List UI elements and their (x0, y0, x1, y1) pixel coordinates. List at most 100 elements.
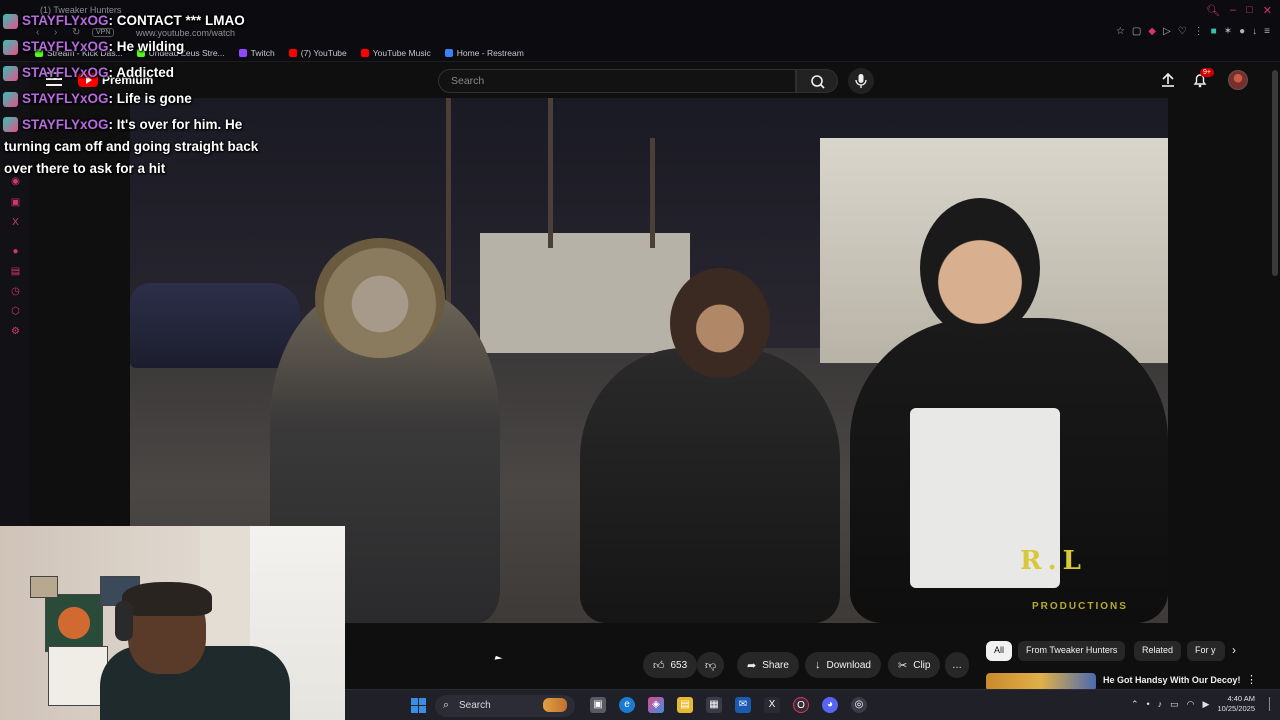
extension-icon[interactable]: ■ (1211, 26, 1217, 37)
recommendation-title[interactable]: He Got Handsy With Our Decoy! (1103, 675, 1240, 685)
discord-icon[interactable]: ◕ (822, 697, 838, 713)
chevron-right-icon[interactable]: › (1232, 643, 1236, 657)
settings-icon[interactable]: ≡ (1264, 26, 1270, 37)
shield-icon[interactable]: ◆ (1148, 26, 1156, 37)
minimize-icon[interactable]: – (1230, 4, 1236, 17)
file-explorer-icon[interactable]: ▤ (677, 697, 693, 713)
chat-message: STAYFLYxOG: Life is gone (0, 86, 280, 112)
microphone-icon (855, 74, 867, 88)
notification-count-badge: 9+ (1200, 68, 1214, 77)
window-controls: 🔍︎ – □ ✕ (1206, 4, 1272, 17)
upload-icon[interactable] (1160, 72, 1176, 88)
bookmark-item[interactable]: Home - Restream (444, 48, 524, 58)
taskbar-clock[interactable]: 4:40 AM 10/25/2025 (1217, 694, 1255, 714)
bookmark-icon (360, 49, 369, 57)
thumbs-down-icon: 👎︎ (705, 659, 717, 672)
tray-mic-icon[interactable]: • (1147, 699, 1150, 709)
chip-from-channel[interactable]: From Tweaker Hunters (1018, 641, 1126, 661)
sidebar-cube-icon[interactable]: ⬡ (10, 306, 21, 317)
video-pole (548, 98, 553, 248)
tray-wifi-icon[interactable]: ◠ (1187, 699, 1195, 710)
webcam-poster (45, 594, 103, 652)
scissors-icon: ✂ (898, 659, 908, 672)
menu-dots-icon[interactable]: ⋮ (1194, 26, 1204, 37)
play-icon[interactable]: ▷ (1163, 26, 1171, 37)
clock-time: 4:40 AM (1227, 694, 1255, 703)
chip-all[interactable]: All (986, 641, 1013, 661)
thumbs-up-icon: 👍︎ (653, 659, 665, 672)
chat-text: : Addicted (108, 65, 175, 80)
share-icon: ➦ (747, 659, 757, 672)
chat-message: STAYFLYxOG: CONTACT *** LMAO (0, 8, 280, 34)
close-icon[interactable]: ✕ (1263, 4, 1272, 17)
edge-browser-icon[interactable]: e (619, 697, 635, 713)
video-building-back (480, 233, 690, 353)
account-avatar[interactable] (1228, 70, 1248, 90)
store-icon[interactable]: ▦ (706, 697, 722, 713)
search-button[interactable] (796, 69, 838, 93)
sidebar-x-icon[interactable]: X (10, 217, 21, 228)
sidebar-twitch-icon[interactable]: ▣ (10, 197, 21, 208)
chat-username: STAYFLYxOG (22, 117, 109, 132)
page-scrollbar[interactable] (1272, 70, 1278, 276)
extension-bar: ☆ ▢ ◆ ▷ ♡ ⋮ ■ ✶ ● ↓ ≡ (1116, 26, 1270, 37)
video-person-right-head (920, 198, 1040, 338)
share-button[interactable]: ➦ Share (737, 652, 799, 678)
search-icon[interactable]: 🔍︎ (1206, 4, 1220, 17)
chat-text: : He wilding (108, 39, 185, 54)
more-actions-button[interactable]: … (945, 652, 969, 678)
puzzle-icon[interactable]: ✶ (1224, 26, 1232, 37)
chip-related[interactable]: Related (1134, 641, 1182, 661)
search-highlight-icon (543, 698, 567, 712)
bookmark-item[interactable]: YouTube Music (360, 48, 431, 58)
chat-message: STAYFLYxOG: Addicted (0, 60, 280, 86)
sidebar-box-icon[interactable]: ▤ (10, 266, 21, 277)
download-icon[interactable]: ↓ (1252, 26, 1257, 37)
related-chips: All From Tweaker Hunters Related For y ›… (980, 623, 1280, 691)
video-actions-bar: 👍︎ 653 👎︎ ➦ Share ↓ Download ✂ Clip … (345, 623, 980, 689)
chip-for-you[interactable]: For y (1187, 641, 1225, 661)
bookmark-item[interactable]: (7) YouTube (288, 48, 347, 58)
dislike-button[interactable]: 👎︎ (697, 652, 725, 678)
start-button[interactable] (411, 698, 426, 713)
like-button[interactable]: 👍︎ 653 (643, 652, 698, 678)
chat-text: : It's over for him. He (108, 117, 243, 132)
clip-label: Clip (913, 659, 931, 671)
chat-text: : Life is gone (108, 91, 192, 106)
sidebar-gear-icon[interactable]: ⚙ (10, 326, 21, 337)
webcam-drawing (48, 646, 108, 706)
tray-speaker-icon[interactable]: ♪ (1158, 699, 1163, 709)
bookmark-icon[interactable]: ☆ (1116, 26, 1125, 37)
profile-icon[interactable]: ● (1239, 26, 1245, 37)
tray-display-icon[interactable]: ▭ (1170, 699, 1179, 710)
bookmark-icon (288, 49, 297, 57)
opera-gx-icon[interactable]: O (793, 697, 809, 713)
sidebar-clock-icon[interactable]: ◷ (10, 286, 21, 297)
video-person-left-head (315, 238, 445, 358)
clip-button[interactable]: ✂ Clip (888, 652, 941, 678)
bookmark-label: (7) YouTube (300, 48, 347, 58)
recommendation-menu-icon[interactable]: ⋮ (1246, 673, 1257, 686)
tab-icon[interactable]: ▢ (1132, 26, 1141, 37)
heart-icon[interactable]: ♡ (1178, 26, 1187, 37)
download-button[interactable]: ↓ Download (805, 652, 881, 678)
maximize-icon[interactable]: □ (1246, 4, 1253, 17)
taskbar-search[interactable]: ⌕ Search (435, 695, 575, 717)
search-input[interactable]: Search (438, 69, 796, 93)
chat-text: : CONTACT *** LMAO (108, 13, 245, 28)
copilot-icon[interactable]: ◈ (648, 697, 664, 713)
task-view-icon[interactable]: ▣ (590, 697, 606, 713)
x-app-icon[interactable]: X (764, 697, 780, 713)
show-desktop-button[interactable] (1263, 697, 1270, 711)
tray-volume-icon[interactable]: ▶ (1203, 699, 1210, 710)
mail-icon[interactable]: ✉ (735, 697, 751, 713)
chat-badge-icon (3, 117, 18, 132)
obs-icon[interactable]: ◎ (851, 697, 867, 713)
sidebar-record-icon[interactable]: ● (10, 246, 21, 257)
tray-chevron-icon[interactable]: ⌃ (1131, 699, 1139, 710)
video-pole (650, 138, 655, 248)
bookmark-label: Home - Restream (456, 48, 524, 58)
voice-search-button[interactable] (848, 68, 874, 94)
chat-badge-icon (3, 66, 18, 81)
share-label: Share (762, 659, 789, 671)
